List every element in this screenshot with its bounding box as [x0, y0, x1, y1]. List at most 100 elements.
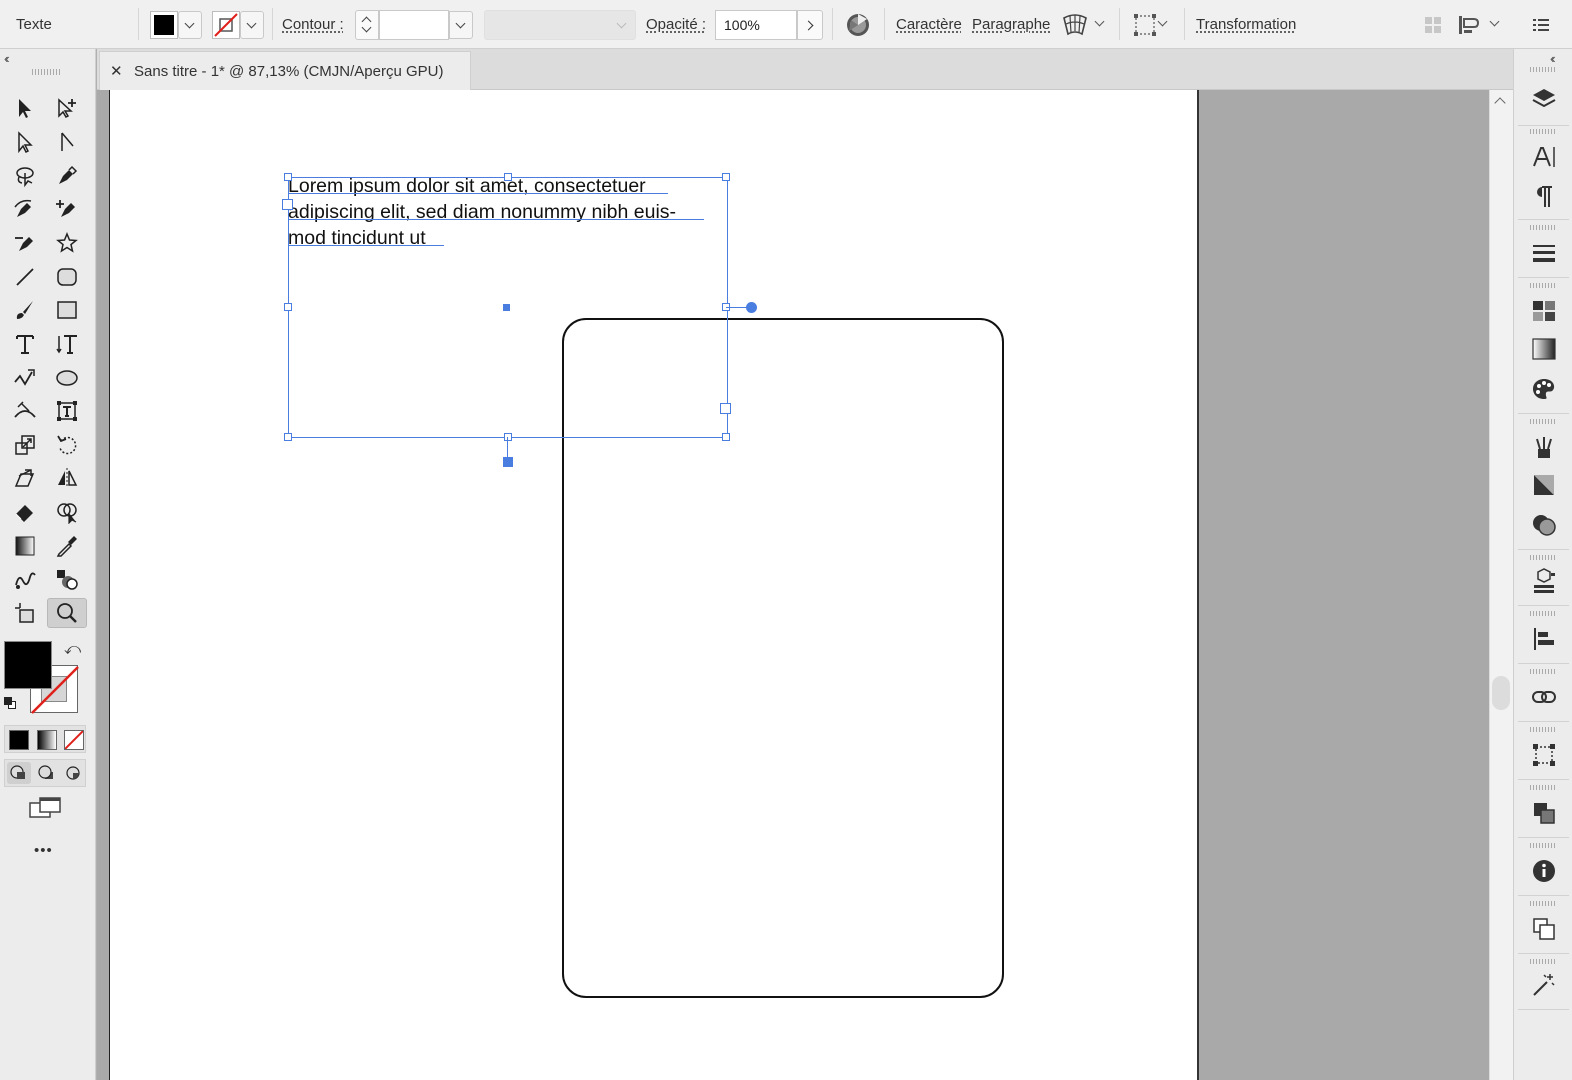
collapse-dock-button[interactable]: ‹‹	[1550, 51, 1555, 66]
text-frame-content[interactable]: Lorem ipsum dolor sit amet, consectetuer…	[288, 173, 718, 251]
canvas-area[interactable]: Lorem ipsum dolor sit amet, consectetuer…	[97, 90, 1489, 1080]
artboard-tool-icon[interactable]	[8, 598, 42, 628]
resize-handle[interactable]	[504, 433, 512, 441]
add-anchor-point-icon[interactable]	[50, 194, 84, 224]
draw-normal-icon[interactable]	[7, 762, 31, 784]
collapse-toolbar-button[interactable]: ‹‹	[4, 51, 9, 66]
curvature-tool-icon[interactable]	[8, 194, 42, 224]
resize-handle[interactable]	[284, 303, 292, 311]
shear-tool-icon[interactable]	[8, 463, 42, 493]
opacity-label[interactable]: Opacité :	[646, 16, 706, 33]
direct-selection-icon[interactable]	[8, 127, 42, 157]
stroke-weight-dropdown[interactable]	[449, 11, 473, 39]
stroke-weight-stepper[interactable]	[355, 10, 379, 40]
text-out-port[interactable]	[720, 403, 731, 414]
paintbrush-tool-icon[interactable]	[8, 295, 42, 325]
rotate-tool-icon[interactable]	[50, 430, 84, 460]
chevron-down-icon[interactable]	[1158, 18, 1168, 28]
star-tool-icon[interactable]	[50, 228, 84, 258]
direct-selection-tool-icon[interactable]	[50, 93, 84, 123]
fill-dropdown-button[interactable]	[178, 11, 202, 39]
artboards-icon[interactable]	[1528, 913, 1560, 945]
stroke-dropdown-button[interactable]	[240, 11, 264, 39]
draw-behind-icon[interactable]	[35, 762, 59, 784]
pen-tool-icon[interactable]	[50, 161, 84, 191]
stroke-label[interactable]: Contour :	[282, 16, 344, 33]
lasso-tool-icon[interactable]	[8, 161, 42, 191]
resize-handle[interactable]	[284, 173, 292, 181]
fill-stroke-swatch[interactable]: ⤺	[4, 641, 84, 717]
brushes-icon[interactable]	[1528, 431, 1560, 463]
opacity-field[interactable]: 100%	[715, 10, 797, 40]
resize-handle[interactable]	[722, 173, 730, 181]
stroke-swatch[interactable]	[212, 11, 240, 39]
stroke-weight-field[interactable]	[379, 10, 449, 40]
shaper-tool-icon[interactable]	[8, 363, 42, 393]
pathfinder-icon[interactable]	[1528, 797, 1560, 829]
toolbar-gripper[interactable]	[32, 69, 60, 75]
default-colors-icon[interactable]	[4, 697, 16, 709]
gradient-button[interactable]	[37, 730, 57, 750]
column-widget[interactable]	[746, 302, 757, 313]
fill-swatch-large[interactable]	[4, 641, 52, 689]
eraser-tool-icon[interactable]	[8, 497, 42, 527]
text-in-port[interactable]	[282, 199, 293, 210]
blend-tool-icon[interactable]	[8, 564, 42, 594]
resize-handle[interactable]	[722, 433, 730, 441]
dock-gripper[interactable]	[1530, 67, 1556, 72]
reflect-tool-icon[interactable]	[50, 463, 84, 493]
line-segment-tool-icon[interactable]	[8, 262, 42, 292]
stroke-icon[interactable]	[1528, 237, 1560, 269]
gradient-tool-icon[interactable]	[8, 531, 42, 561]
resize-handle[interactable]	[284, 433, 292, 441]
artboard[interactable]: Lorem ipsum dolor sit amet, consectetuer…	[109, 90, 1199, 1080]
opacity-arrow-button[interactable]	[797, 10, 823, 40]
ellipse-tool-icon[interactable]	[50, 363, 84, 393]
rounded-rectangle-tool-icon[interactable]	[50, 262, 84, 292]
swap-fill-stroke-icon[interactable]: ⤺	[64, 641, 81, 659]
gradient-icon[interactable]	[1528, 333, 1560, 365]
transform-link[interactable]: Transformation	[1196, 16, 1296, 33]
scale-tool-icon[interactable]	[8, 430, 42, 460]
layers-icon[interactable]	[1528, 83, 1560, 115]
zoom-tool-icon[interactable]	[47, 598, 87, 628]
selection-tool-icon[interactable]	[8, 93, 42, 123]
swatches-icon[interactable]	[1528, 295, 1560, 327]
rectangle-tool-icon[interactable]	[50, 295, 84, 325]
eyedropper-tool-icon[interactable]	[50, 531, 84, 561]
character-link[interactable]: Caractère	[896, 16, 962, 33]
arrange-documents-icon[interactable]	[1454, 10, 1484, 40]
close-tab-button[interactable]: ✕	[110, 62, 123, 80]
transform-icon[interactable]	[1528, 739, 1560, 771]
fill-swatch[interactable]	[150, 11, 178, 39]
anchor-point-tool-icon[interactable]	[8, 228, 42, 258]
vertical-type-tool-icon[interactable]	[50, 329, 84, 359]
info-icon[interactable]	[1528, 855, 1560, 887]
chevron-down-icon[interactable]	[1490, 18, 1500, 28]
asset-export-icon[interactable]	[1528, 565, 1560, 597]
type-tool-icon[interactable]	[8, 329, 42, 359]
anchor-corner-icon[interactable]	[50, 127, 84, 157]
symbol-sprayer-tool-icon[interactable]	[50, 564, 84, 594]
links-icon[interactable]	[1528, 681, 1560, 713]
thread-handle[interactable]	[503, 457, 513, 467]
transform-bounding-icon[interactable]	[1130, 10, 1160, 40]
more-tools-button[interactable]: •••	[34, 842, 53, 859]
document-tab[interactable]: ✕ Sans titre - 1* @ 87,13% (CMJN/Aperçu …	[99, 51, 471, 90]
panel-menu-icon[interactable]	[1526, 10, 1556, 40]
character-icon[interactable]	[1528, 141, 1560, 173]
scroll-thumb[interactable]	[1492, 676, 1510, 710]
recolor-artwork-icon[interactable]	[843, 10, 873, 40]
none-button[interactable]	[64, 730, 84, 750]
paragraph-link[interactable]: Paragraphe	[972, 16, 1050, 33]
free-transform-tool-icon[interactable]	[50, 396, 84, 426]
scroll-up-icon[interactable]	[1494, 97, 1506, 109]
color-guide-icon[interactable]	[1528, 373, 1560, 405]
magic-wand-icon[interactable]	[1528, 969, 1560, 1001]
align-icon[interactable]	[1528, 623, 1560, 655]
envelope-distort-icon[interactable]	[1060, 10, 1090, 40]
transparency-icon[interactable]	[1528, 469, 1560, 501]
color-button[interactable]	[9, 730, 29, 750]
screen-mode-icon[interactable]	[28, 795, 64, 823]
resize-handle[interactable]	[504, 173, 512, 181]
